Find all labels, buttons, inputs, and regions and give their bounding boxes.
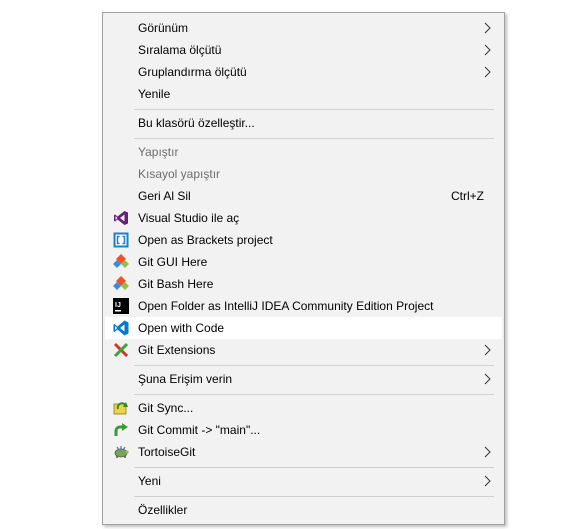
git-extensions-icon xyxy=(113,342,129,358)
menu-item-label: Git Bash Here xyxy=(138,277,214,291)
menu-item-git-commit[interactable]: Git Commit -> "main"... xyxy=(105,419,502,441)
menu-item-refresh[interactable]: Yenile xyxy=(105,83,502,105)
menu-item-label: Özellikler xyxy=(138,503,188,517)
menu-item-view[interactable]: Görünüm xyxy=(105,17,502,39)
chevron-right-icon xyxy=(484,344,491,356)
chevron-right-icon xyxy=(484,22,491,34)
menu-item-label: Git Extensions xyxy=(138,343,216,357)
chevron-right-icon xyxy=(484,475,491,487)
menu-item-label: Yapıştır xyxy=(138,145,179,159)
git-commit-icon xyxy=(114,423,128,436)
git-sync-icon xyxy=(113,402,128,415)
context-menu: Görünüm Sıralama ölçütü Gruplandırma ölç… xyxy=(102,12,505,525)
menu-item-open-visual-studio[interactable]: Visual Studio ile aç xyxy=(105,207,502,229)
brackets-icon xyxy=(113,232,129,248)
menu-item-properties[interactable]: Özellikler xyxy=(105,499,502,521)
menu-item-label: Geri Al Sil xyxy=(138,189,191,203)
git-gui-icon xyxy=(113,254,129,268)
visual-studio-icon xyxy=(114,211,128,225)
menu-item-label: Gruplandırma ölçütü xyxy=(138,65,247,79)
menu-item-label: Open Folder as IntelliJ IDEA Community E… xyxy=(138,299,434,313)
menu-item-customize-folder[interactable]: Bu klasörü özelleştir... xyxy=(105,112,502,134)
vscode-icon xyxy=(113,320,129,336)
menu-item-label: Git Commit -> "main"... xyxy=(138,423,261,437)
menu-item-label: Kısayol yapıştır xyxy=(138,167,221,181)
menu-item-paste: Yapıştır xyxy=(105,141,502,163)
menu-item-label: TortoiseGit xyxy=(138,445,196,459)
menu-separator xyxy=(134,394,494,395)
menu-separator xyxy=(134,109,494,110)
chevron-right-icon xyxy=(484,373,491,385)
menu-item-git-sync[interactable]: Git Sync... xyxy=(105,397,502,419)
menu-item-group-by[interactable]: Gruplandırma ölçütü xyxy=(105,61,502,83)
menu-item-label: Git Sync... xyxy=(138,401,194,415)
tortoisegit-icon xyxy=(114,446,129,458)
menu-item-open-brackets[interactable]: Open as Brackets project xyxy=(105,229,502,251)
menu-item-git-bash[interactable]: Git Bash Here xyxy=(105,273,502,295)
menu-item-label: Sıralama ölçütü xyxy=(138,43,222,57)
menu-item-tortoisegit[interactable]: TortoiseGit xyxy=(105,441,502,463)
menu-item-label: Yenile xyxy=(138,87,171,101)
menu-item-label: Git GUI Here xyxy=(138,255,208,269)
menu-item-git-extensions[interactable]: Git Extensions xyxy=(105,339,502,361)
menu-item-label: Open with Code xyxy=(138,321,225,335)
menu-separator xyxy=(134,138,494,139)
svg-text:IJ: IJ xyxy=(115,302,121,309)
chevron-right-icon xyxy=(484,44,491,56)
menu-separator xyxy=(134,467,494,468)
menu-item-undo-delete[interactable]: Geri Al Sil Ctrl+Z xyxy=(105,185,502,207)
menu-separator xyxy=(134,496,494,497)
menu-item-sort-by[interactable]: Sıralama ölçütü xyxy=(105,39,502,61)
menu-item-open-intellij[interactable]: IJ Open Folder as IntelliJ IDEA Communit… xyxy=(105,295,502,317)
menu-item-git-gui[interactable]: Git GUI Here xyxy=(105,251,502,273)
menu-item-label: Görünüm xyxy=(138,21,189,35)
menu-item-label: Şuna Erişim verin xyxy=(138,372,233,386)
menu-item-label: Visual Studio ile aç xyxy=(138,211,240,225)
intellij-idea-icon: IJ xyxy=(113,298,129,314)
chevron-right-icon xyxy=(484,66,491,78)
chevron-right-icon xyxy=(484,446,491,458)
menu-item-new[interactable]: Yeni xyxy=(105,470,502,492)
menu-separator xyxy=(134,365,494,366)
menu-item-label: Bu klasörü özelleştir... xyxy=(138,116,255,130)
menu-item-shortcut: Ctrl+Z xyxy=(451,189,484,203)
menu-item-give-access[interactable]: Şuna Erişim verin xyxy=(105,368,502,390)
git-bash-icon xyxy=(113,276,129,290)
menu-item-paste-shortcut: Kısayol yapıştır xyxy=(105,163,502,185)
menu-item-label: Yeni xyxy=(138,474,161,488)
menu-item-open-with-code[interactable]: Open with Code xyxy=(105,317,502,339)
menu-item-label: Open as Brackets project xyxy=(138,233,273,247)
